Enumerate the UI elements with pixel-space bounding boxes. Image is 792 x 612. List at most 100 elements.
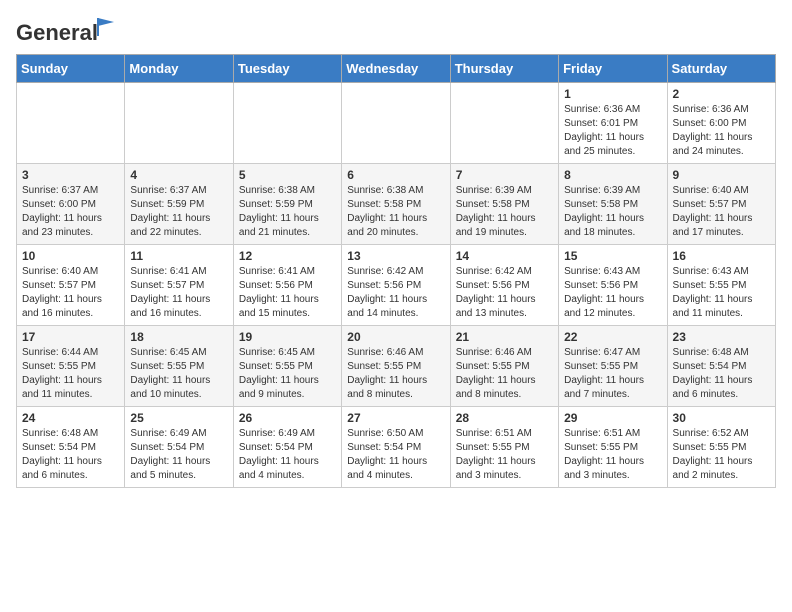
day-number: 26 — [239, 411, 336, 425]
day-info: Sunrise: 6:51 AMSunset: 5:55 PMDaylight:… — [456, 427, 553, 483]
header-tuesday: Tuesday — [233, 55, 341, 83]
calendar-week-row: 3 Sunrise: 6:37 AMSunset: 6:00 PMDaylight… — [17, 164, 776, 245]
day-info: Sunrise: 6:40 AMSunset: 5:57 PMDaylight:… — [22, 265, 119, 321]
calendar-cell — [17, 83, 125, 164]
day-info: Sunrise: 6:48 AMSunset: 5:54 PMDaylight:… — [673, 346, 770, 402]
day-info: Sunrise: 6:49 AMSunset: 5:54 PMDaylight:… — [239, 427, 336, 483]
day-info: Sunrise: 6:49 AMSunset: 5:54 PMDaylight:… — [130, 427, 227, 483]
day-info: Sunrise: 6:47 AMSunset: 5:55 PMDaylight:… — [564, 346, 661, 402]
calendar-week-row: 24 Sunrise: 6:48 AMSunset: 5:54 PMDayligh… — [17, 407, 776, 488]
calendar-cell: 4Sunrise: 6:37 AMSunset: 5:59 PMDaylight… — [125, 164, 233, 245]
day-number: 13 — [347, 249, 444, 263]
calendar-cell: 13 Sunrise: 6:42 AMSunset: 5:56 PMDayligh… — [342, 245, 450, 326]
day-info: Sunrise: 6:39 AMSunset: 5:58 PMDaylight:… — [456, 184, 553, 240]
day-info: Sunrise: 6:52 AMSunset: 5:55 PMDaylight:… — [673, 427, 770, 483]
calendar-cell: 10Sunrise: 6:40 AMSunset: 5:57 PMDayligh… — [17, 245, 125, 326]
day-info: Sunrise: 6:37 AMSunset: 6:00 PMDaylight:… — [22, 184, 119, 240]
day-number: 21 — [456, 330, 553, 344]
day-number: 11 — [130, 249, 227, 263]
calendar-cell: 23 Sunrise: 6:48 AMSunset: 5:54 PMDayligh… — [667, 326, 775, 407]
logo-general-text: General — [16, 20, 98, 45]
calendar-cell: 24 Sunrise: 6:48 AMSunset: 5:54 PMDayligh… — [17, 407, 125, 488]
calendar-cell: 15 Sunrise: 6:43 AMSunset: 5:56 PMDayligh… — [559, 245, 667, 326]
calendar-cell: 29Sunrise: 6:51 AMSunset: 5:55 PMDayligh… — [559, 407, 667, 488]
day-info: Sunrise: 6:40 AMSunset: 5:57 PMDaylight:… — [673, 184, 770, 240]
day-info: Sunrise: 6:43 AMSunset: 5:55 PMDaylight:… — [673, 265, 770, 321]
calendar-cell: 27 Sunrise: 6:50 AMSunset: 5:54 PMDayligh… — [342, 407, 450, 488]
day-info: Sunrise: 6:42 AMSunset: 5:56 PMDaylight:… — [347, 265, 444, 321]
header-thursday: Thursday — [450, 55, 558, 83]
calendar-cell — [450, 83, 558, 164]
calendar-cell: 3 Sunrise: 6:37 AMSunset: 6:00 PMDaylight… — [17, 164, 125, 245]
calendar-cell — [125, 83, 233, 164]
day-number: 12 — [239, 249, 336, 263]
calendar-cell: 16 Sunrise: 6:43 AMSunset: 5:55 PMDayligh… — [667, 245, 775, 326]
calendar-cell: 12 Sunrise: 6:41 AMSunset: 5:56 PMDayligh… — [233, 245, 341, 326]
day-info: Sunrise: 6:45 AMSunset: 5:55 PMDaylight:… — [130, 346, 227, 402]
calendar-cell: 22 Sunrise: 6:47 AMSunset: 5:55 PMDayligh… — [559, 326, 667, 407]
calendar-cell: 7 Sunrise: 6:39 AMSunset: 5:58 PMDaylight… — [450, 164, 558, 245]
calendar-cell: 14 Sunrise: 6:42 AMSunset: 5:56 PMDayligh… — [450, 245, 558, 326]
day-number: 24 — [22, 411, 119, 425]
day-info: Sunrise: 6:46 AMSunset: 5:55 PMDaylight:… — [456, 346, 553, 402]
calendar-cell: 30 Sunrise: 6:52 AMSunset: 5:55 PMDayligh… — [667, 407, 775, 488]
day-number: 3 — [22, 168, 119, 182]
day-number: 27 — [347, 411, 444, 425]
header-saturday: Saturday — [667, 55, 775, 83]
day-info: Sunrise: 6:44 AMSunset: 5:55 PMDaylight:… — [22, 346, 119, 402]
calendar-cell — [233, 83, 341, 164]
day-info: Sunrise: 6:45 AMSunset: 5:55 PMDaylight:… — [239, 346, 336, 402]
header-wednesday: Wednesday — [342, 55, 450, 83]
calendar-week-row: 17 Sunrise: 6:44 AMSunset: 5:55 PMDayligh… — [17, 326, 776, 407]
calendar-cell: 8 Sunrise: 6:39 AMSunset: 5:58 PMDaylight… — [559, 164, 667, 245]
day-info: Sunrise: 6:38 AMSunset: 5:59 PMDaylight:… — [239, 184, 336, 240]
header-friday: Friday — [559, 55, 667, 83]
calendar-cell: 28 Sunrise: 6:51 AMSunset: 5:55 PMDayligh… — [450, 407, 558, 488]
day-number: 7 — [456, 168, 553, 182]
calendar-cell: 21 Sunrise: 6:46 AMSunset: 5:55 PMDayligh… — [450, 326, 558, 407]
day-number: 17 — [22, 330, 119, 344]
day-number: 18 — [130, 330, 227, 344]
logo-flag-icon — [96, 16, 116, 36]
calendar-cell: 2 Sunrise: 6:36 AMSunset: 6:00 PMDaylight… — [667, 83, 775, 164]
day-info: Sunrise: 6:36 AMSunset: 6:00 PMDaylight:… — [673, 103, 770, 159]
day-number: 22 — [564, 330, 661, 344]
calendar-table: SundayMondayTuesdayWednesdayThursdayFrid… — [16, 54, 776, 488]
day-number: 25 — [130, 411, 227, 425]
logo: General — [16, 20, 98, 46]
day-info: Sunrise: 6:48 AMSunset: 5:54 PMDaylight:… — [22, 427, 119, 483]
calendar-cell: 17 Sunrise: 6:44 AMSunset: 5:55 PMDayligh… — [17, 326, 125, 407]
day-info: Sunrise: 6:42 AMSunset: 5:56 PMDaylight:… — [456, 265, 553, 321]
calendar-cell: 26 Sunrise: 6:49 AMSunset: 5:54 PMDayligh… — [233, 407, 341, 488]
calendar-cell: 25 Sunrise: 6:49 AMSunset: 5:54 PMDayligh… — [125, 407, 233, 488]
day-info: Sunrise: 6:39 AMSunset: 5:58 PMDaylight:… — [564, 184, 661, 240]
day-number: 30 — [673, 411, 770, 425]
day-number: 23 — [673, 330, 770, 344]
calendar-cell: 20Sunrise: 6:46 AMSunset: 5:55 PMDayligh… — [342, 326, 450, 407]
calendar-cell — [342, 83, 450, 164]
day-info: Sunrise: 6:50 AMSunset: 5:54 PMDaylight:… — [347, 427, 444, 483]
day-number: 2 — [673, 87, 770, 101]
page-header: General — [16, 16, 776, 46]
day-number: 14 — [456, 249, 553, 263]
calendar-cell: 6 Sunrise: 6:38 AMSunset: 5:58 PMDaylight… — [342, 164, 450, 245]
day-number: 19 — [239, 330, 336, 344]
day-info: Sunrise: 6:36 AMSunset: 6:01 PMDaylight:… — [564, 103, 661, 159]
calendar-cell: 5Sunrise: 6:38 AMSunset: 5:59 PMDaylight… — [233, 164, 341, 245]
day-info: Sunrise: 6:43 AMSunset: 5:56 PMDaylight:… — [564, 265, 661, 321]
calendar-cell: 19 Sunrise: 6:45 AMSunset: 5:55 PMDayligh… — [233, 326, 341, 407]
calendar-week-row: 1Sunrise: 6:36 AMSunset: 6:01 PMDaylight… — [17, 83, 776, 164]
day-number: 15 — [564, 249, 661, 263]
calendar-cell: 9 Sunrise: 6:40 AMSunset: 5:57 PMDaylight… — [667, 164, 775, 245]
day-info: Sunrise: 6:38 AMSunset: 5:58 PMDaylight:… — [347, 184, 444, 240]
calendar-cell: 1Sunrise: 6:36 AMSunset: 6:01 PMDaylight… — [559, 83, 667, 164]
day-number: 9 — [673, 168, 770, 182]
day-number: 16 — [673, 249, 770, 263]
day-info: Sunrise: 6:41 AMSunset: 5:57 PMDaylight:… — [130, 265, 227, 321]
day-info: Sunrise: 6:41 AMSunset: 5:56 PMDaylight:… — [239, 265, 336, 321]
day-number: 6 — [347, 168, 444, 182]
day-info: Sunrise: 6:37 AMSunset: 5:59 PMDaylight:… — [130, 184, 227, 240]
day-number: 28 — [456, 411, 553, 425]
day-number: 8 — [564, 168, 661, 182]
header-monday: Monday — [125, 55, 233, 83]
